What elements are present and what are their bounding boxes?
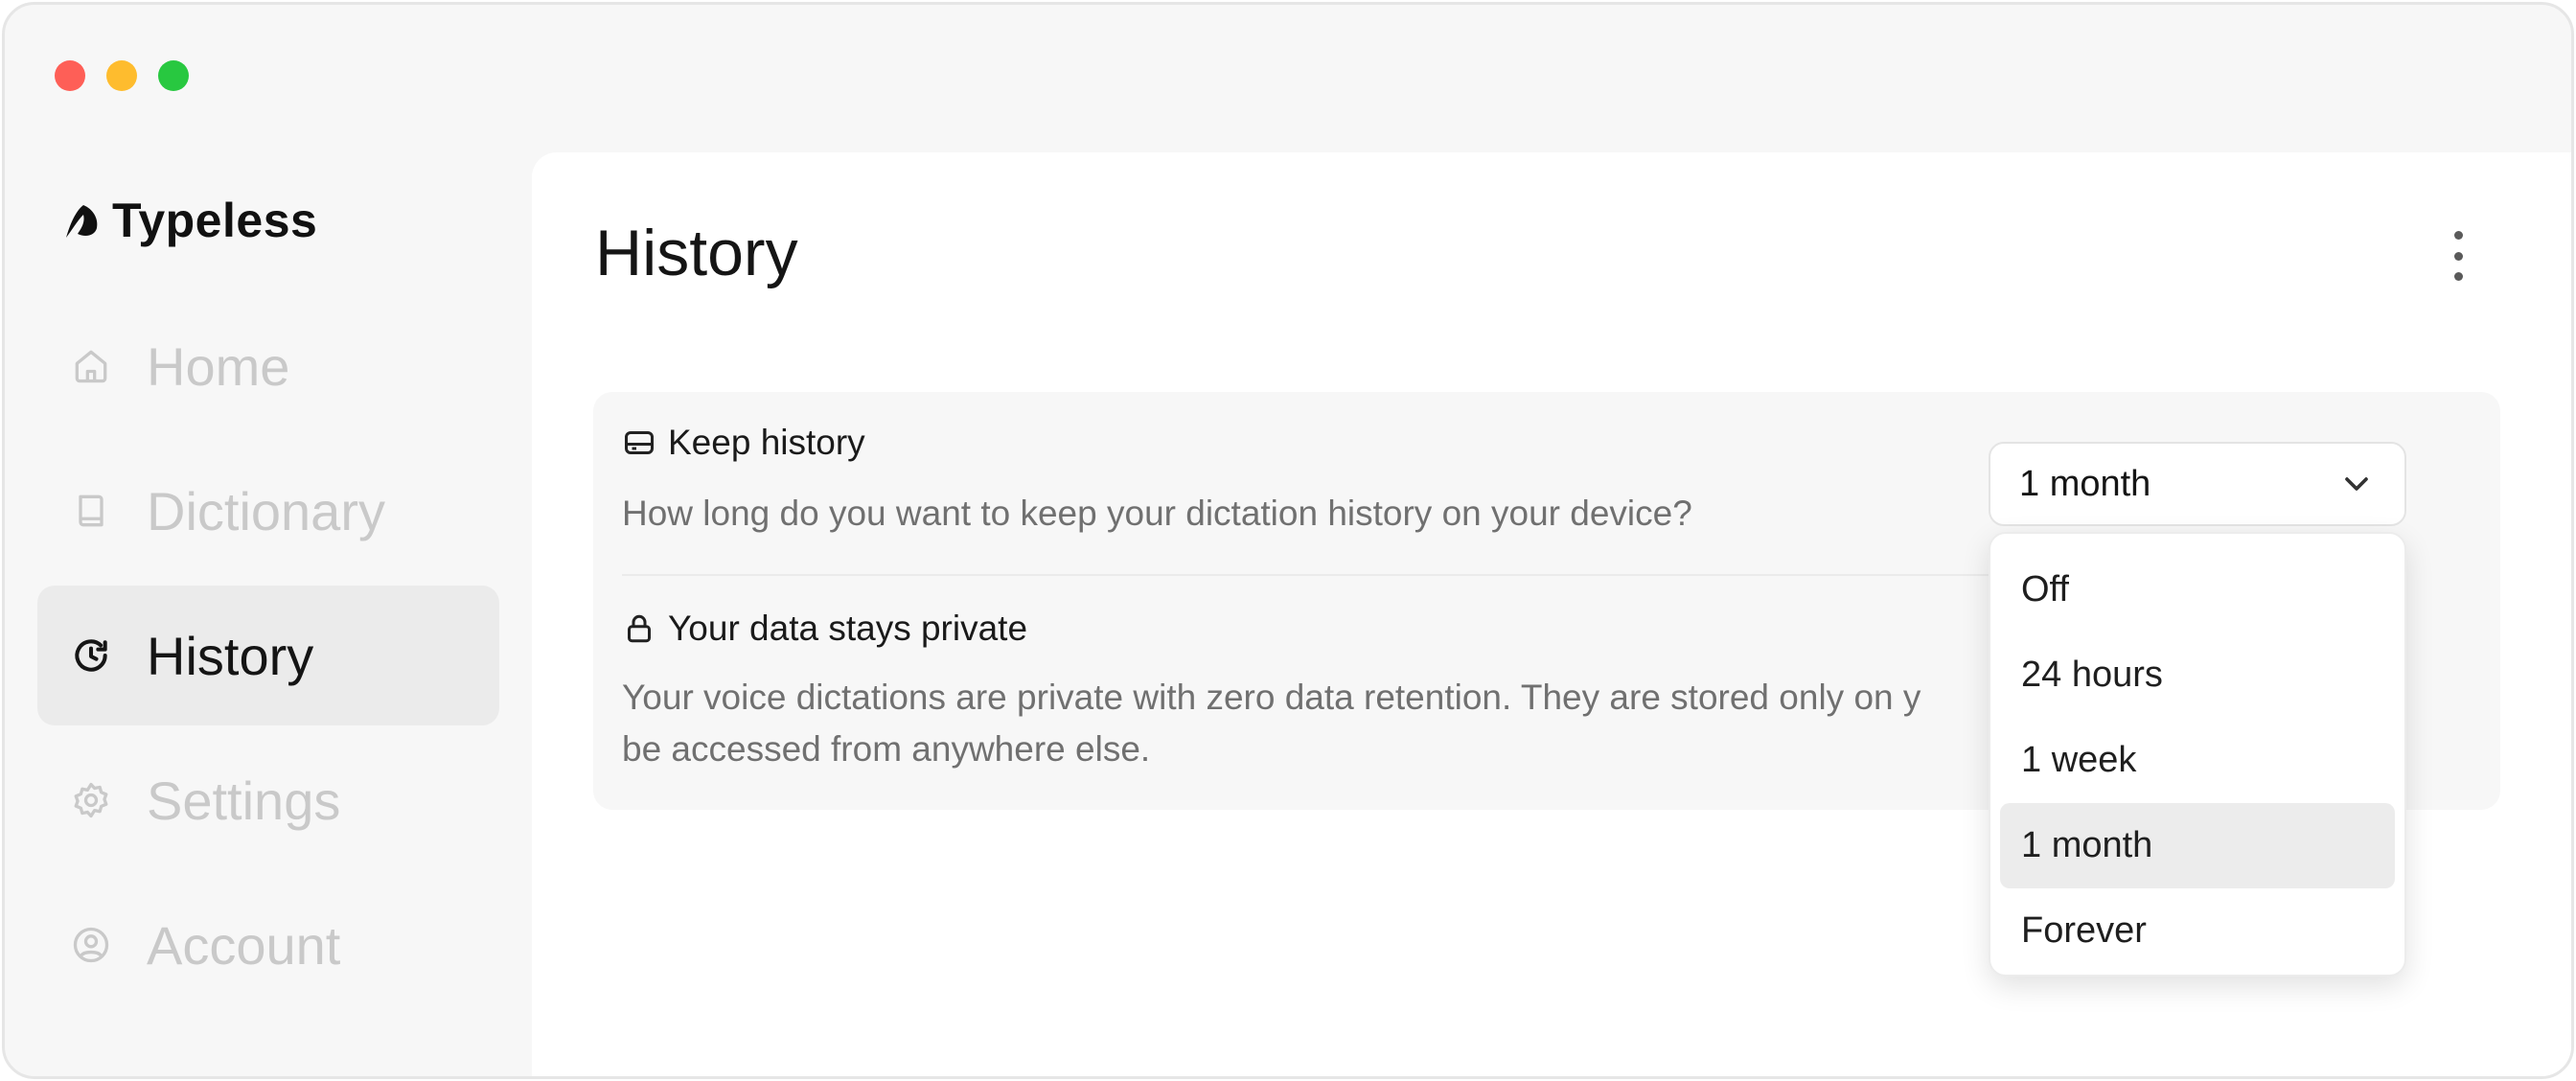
sidebar-nav: Home Dictionary History Settings Account: [37, 296, 499, 1020]
option-1-month[interactable]: 1 month: [2000, 803, 2395, 888]
keep-history-select[interactable]: 1 month: [1989, 442, 2406, 526]
sidebar-item-label: Settings: [147, 770, 341, 831]
home-icon: [75, 350, 107, 383]
keep-history-dropdown-menu: Off 24 hours 1 week 1 month Forever: [1989, 532, 2406, 977]
keep-history-heading: Keep history: [622, 423, 865, 463]
gear-icon: [74, 782, 108, 818]
sidebar-item-label: Dictionary: [147, 480, 385, 541]
close-window-button[interactable]: [55, 60, 85, 91]
privacy-description-line2: be accessed from anywhere else.: [622, 729, 1151, 769]
minimize-window-button[interactable]: [106, 60, 137, 91]
window-controls: [55, 60, 189, 91]
sidebar-item-label: History: [147, 625, 314, 686]
sidebar-item-account[interactable]: Account: [37, 875, 499, 1015]
option-24-hours[interactable]: 24 hours: [2000, 632, 2395, 718]
maximize-window-button[interactable]: [158, 60, 189, 91]
app-window: Typeless Home Dictionary History Setting…: [2, 2, 2574, 1079]
book-icon: [79, 494, 104, 527]
app-name: Typeless: [112, 194, 318, 247]
lock-icon: [628, 614, 651, 643]
page-title: History: [595, 217, 798, 289]
keep-history-selected-value: 1 month: [2019, 463, 2151, 504]
history-icon: [75, 639, 107, 672]
user-circle-icon: [73, 927, 109, 963]
app-brand: Typeless: [60, 193, 317, 248]
privacy-description-line1: Your voice dictations are private with z…: [622, 678, 1921, 717]
typeless-logo-icon: [66, 205, 98, 238]
sidebar-item-label: Account: [147, 914, 341, 976]
keep-history-title: Keep history: [668, 423, 865, 462]
privacy-heading: Your data stays private: [622, 609, 1027, 649]
keep-history-description: How long do you want to keep your dictat…: [622, 494, 1692, 533]
sidebar-item-history[interactable]: History: [37, 586, 499, 725]
option-forever[interactable]: Forever: [2000, 888, 2395, 974]
main-panel: History Keep history How long do you wan…: [532, 152, 2571, 1076]
privacy-title: Your data stays private: [668, 609, 1028, 648]
section-divider: [622, 574, 2088, 576]
privacy-description: Your voice dictations are private with z…: [622, 672, 1920, 775]
hard-drive-icon: [625, 431, 654, 454]
chevron-down-icon: [2345, 477, 2368, 491]
sidebar-item-label: Home: [147, 335, 290, 397]
sidebar-item-settings[interactable]: Settings: [37, 730, 499, 870]
more-options-icon[interactable]: [2441, 231, 2475, 281]
option-1-week[interactable]: 1 week: [2000, 718, 2395, 803]
sidebar-item-home[interactable]: Home: [37, 296, 499, 436]
sidebar-item-dictionary[interactable]: Dictionary: [37, 441, 499, 581]
option-off[interactable]: Off: [2000, 547, 2395, 632]
